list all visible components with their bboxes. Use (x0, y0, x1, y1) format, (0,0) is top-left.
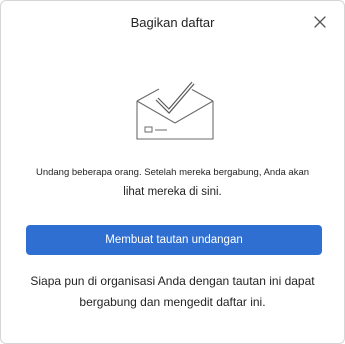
dialog-title: Bagikan daftar (130, 15, 215, 30)
link-info-text: Siapa pun di organisasi Anda dengan taut… (21, 271, 324, 313)
info-line-1: Siapa pun di organisasi Anda dengan taut… (30, 274, 315, 288)
share-list-dialog: Bagikan daftar Undang beberapa orang. Se… (0, 0, 345, 344)
envelope-checkmark-icon (135, 79, 215, 141)
invite-line-1: Undang beberapa orang. Setelah mereka be… (35, 167, 310, 178)
close-icon[interactable] (312, 14, 328, 30)
invite-line-2: lihat mereka di sini. (123, 186, 222, 198)
create-invite-link-button[interactable]: Membuat tautan undangan (26, 225, 322, 255)
invite-description: Undang beberapa orang. Setelah mereka be… (1, 163, 344, 202)
info-line-2: bergabung dan mengedit daftar ini. (79, 295, 266, 309)
